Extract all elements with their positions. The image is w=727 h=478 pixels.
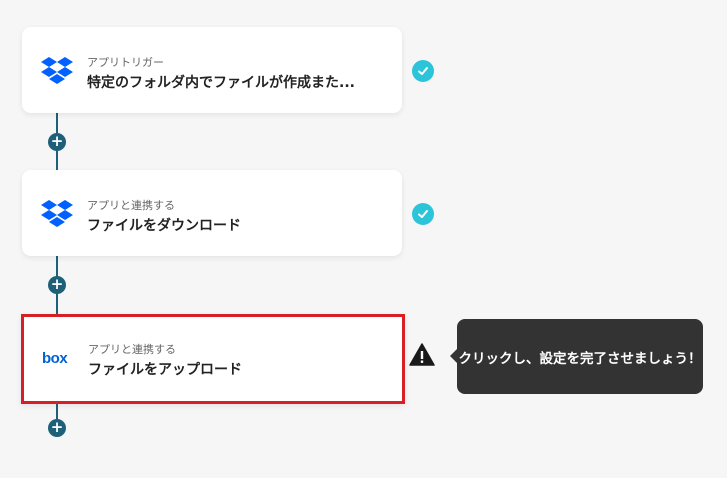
flow-step-card-upload[interactable]: box アプリと連携する ファイルをアップロード [21,314,405,404]
add-step-button[interactable]: + [48,133,66,151]
flow-step-card-download[interactable]: アプリと連携する ファイルをダウンロード [22,170,402,256]
add-step-button[interactable]: + [48,276,66,294]
step-type-label: アプリトリガー [87,56,164,69]
step-title: 特定のフォルダ内でファイルが作成また... [87,75,355,91]
plus-icon: + [50,275,64,293]
plus-icon: + [50,418,64,436]
step-complete-check [412,60,434,82]
check-icon [418,67,428,75]
box-logo-icon: box [42,350,69,367]
step-type-label: アプリと連携する [88,343,176,356]
svg-text:box: box [42,350,68,367]
step-type-label: アプリと連携する [87,199,175,212]
step-complete-check [412,203,434,225]
check-icon [418,210,428,218]
plus-icon: + [50,132,64,150]
tooltip-text: クリックし、設定を完了させましょう！ [458,350,702,367]
step-title: ファイルをダウンロード [87,218,241,234]
add-step-button[interactable]: + [48,419,66,437]
dropbox-logo-icon [41,57,73,84]
flow-step-card-trigger[interactable]: アプリトリガー 特定のフォルダ内でファイルが作成また... [22,27,402,113]
step-title: ファイルをアップロード [88,362,242,378]
warning-icon [409,343,435,366]
dropbox-logo-icon [41,200,73,227]
setup-tooltip: クリックし、設定を完了させましょう！ [450,319,703,394]
